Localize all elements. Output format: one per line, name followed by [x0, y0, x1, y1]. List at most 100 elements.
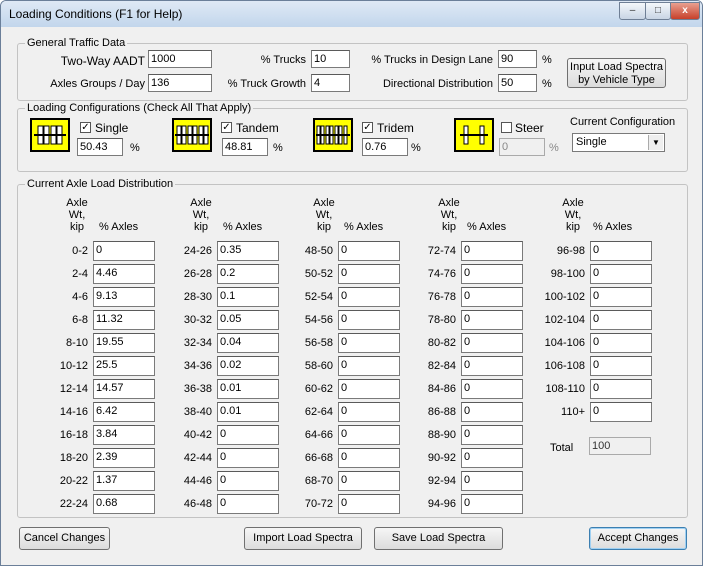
- tandem-checkbox[interactable]: ✓: [221, 122, 232, 133]
- steer-axle-icon: [454, 118, 494, 152]
- input-load-spectra-button[interactable]: Input Load Spectra by Vehicle Type: [567, 58, 666, 88]
- axle-pct-input[interactable]: 0: [338, 264, 400, 284]
- axle-pct-input[interactable]: 0: [461, 425, 523, 445]
- directional-distribution-input[interactable]: 50: [498, 74, 537, 92]
- axle-range-label: 94-96: [427, 498, 456, 510]
- axle-pct-input[interactable]: 0: [590, 402, 652, 422]
- axle-wt-header-line: Wt,: [315, 209, 333, 221]
- axle-pct-input[interactable]: 0: [461, 310, 523, 330]
- import-load-spectra-button[interactable]: Import Load Spectra: [244, 527, 362, 550]
- axle-pct-input[interactable]: 0: [461, 471, 523, 491]
- axle-range-label: 84-86: [427, 383, 456, 395]
- save-load-spectra-button[interactable]: Save Load Spectra: [374, 527, 503, 550]
- axle-pct-input[interactable]: 0: [338, 287, 400, 307]
- axle-load-distribution-title: Current Axle Load Distribution: [25, 178, 176, 190]
- cancel-changes-button[interactable]: Cancel Changes: [19, 527, 110, 550]
- axle-range-label: 104-106: [544, 337, 585, 349]
- axle-range-label: 106-108: [544, 360, 585, 372]
- axle-pct-input[interactable]: 0: [461, 356, 523, 376]
- axle-wt-header-line: Wt,: [564, 209, 582, 221]
- tandem-label: Tandem: [236, 121, 279, 135]
- design-lane-label: % Trucks in Design Lane: [371, 54, 493, 66]
- axle-pct-input[interactable]: 0: [590, 356, 652, 376]
- axle-pct-input[interactable]: 0: [461, 494, 523, 514]
- axle-range-label: 32-34: [183, 337, 212, 349]
- truck-growth-input[interactable]: 4: [311, 74, 350, 92]
- axle-wt-header: Axle Wt, kip: [304, 197, 344, 233]
- directional-distribution-label: Directional Distribution: [382, 78, 493, 90]
- single-pct-input[interactable]: 50.43: [77, 138, 123, 156]
- axles-groups-label: Axles Groups / Day: [50, 78, 145, 90]
- axle-range-label: 76-78: [427, 291, 456, 303]
- current-configuration-select[interactable]: Single ▼: [572, 133, 665, 152]
- pct-axles-header: % Axles: [593, 221, 633, 233]
- trucks-input[interactable]: 10: [311, 50, 350, 68]
- minimize-button[interactable]: –: [619, 2, 646, 20]
- axle-pct-input[interactable]: 0: [590, 264, 652, 284]
- pct-axles-header: % Axles: [467, 221, 507, 233]
- maximize-button[interactable]: □: [645, 2, 671, 20]
- accept-changes-button[interactable]: Accept Changes: [589, 527, 687, 550]
- aadt-input[interactable]: 1000: [148, 50, 212, 68]
- axle-range-label: 52-54: [304, 291, 333, 303]
- axle-wt-header-line: Wt,: [440, 209, 458, 221]
- axle-pct-input[interactable]: 0: [590, 310, 652, 330]
- tandem-pct-input[interactable]: 48.81: [222, 138, 268, 156]
- close-button[interactable]: x: [670, 2, 700, 20]
- axle-pct-input[interactable]: 0: [461, 287, 523, 307]
- tandem-axle-icon: [172, 118, 212, 152]
- axle-pct-input[interactable]: 0: [338, 310, 400, 330]
- aadt-label: Two-Way AADT: [60, 54, 145, 68]
- axle-range-label: 62-64: [304, 406, 333, 418]
- axle-range-label: 66-68: [304, 452, 333, 464]
- axle-range-label: 18-20: [59, 452, 88, 464]
- axle-range-label: 108-110: [545, 383, 585, 395]
- axle-wt-header-line: kip: [193, 221, 209, 233]
- axle-wt-header-line: Axle: [438, 197, 460, 209]
- axle-pct-input[interactable]: 0: [338, 402, 400, 422]
- steer-checkbox[interactable]: [501, 122, 512, 133]
- single-label: Single: [95, 121, 129, 135]
- axle-pct-input[interactable]: 0: [461, 264, 523, 284]
- axle-pct-input[interactable]: 0: [338, 333, 400, 353]
- axle-range-label: 74-76: [427, 268, 456, 280]
- axle-range-label: 90-92: [427, 452, 456, 464]
- tridem-checkbox[interactable]: ✓: [362, 122, 373, 133]
- axle-pct-input[interactable]: 0: [461, 241, 523, 261]
- axle-pct-input[interactable]: 0: [590, 333, 652, 353]
- axle-pct-input[interactable]: 0: [338, 356, 400, 376]
- design-lane-input[interactable]: 90: [498, 50, 537, 68]
- axle-range-label: 38-40: [183, 406, 212, 418]
- single-checkbox[interactable]: ✓: [80, 122, 91, 133]
- axle-pct-input[interactable]: 0: [338, 448, 400, 468]
- pct-axles-header: % Axles: [344, 221, 384, 233]
- axle-range-label: 70-72: [304, 498, 333, 510]
- axle-wt-header-line: Axle: [190, 197, 212, 209]
- axle-range-label: 30-32: [183, 314, 212, 326]
- axle-wt-header: Axle Wt, kip: [553, 197, 593, 233]
- input-load-spectra-label-2: by Vehicle Type: [578, 74, 655, 86]
- axle-pct-input[interactable]: 0: [338, 379, 400, 399]
- title-bar[interactable]: Loading Conditions (F1 for Help) – □ x: [1, 1, 702, 27]
- axle-pct-input[interactable]: 0: [461, 379, 523, 399]
- axle-wt-header-line: Axle: [562, 197, 584, 209]
- axle-pct-input[interactable]: 0: [338, 241, 400, 261]
- axle-pct-input[interactable]: 0: [590, 287, 652, 307]
- axle-pct-input[interactable]: 0: [338, 471, 400, 491]
- single-axle-icon: [30, 118, 70, 152]
- axle-pct-input[interactable]: 0: [590, 241, 652, 261]
- axle-pct-input[interactable]: 0: [590, 379, 652, 399]
- total-label: Total: [550, 442, 574, 454]
- axle-range-label: 24-26: [183, 245, 212, 257]
- axle-pct-input[interactable]: 0: [461, 333, 523, 353]
- axle-pct-input[interactable]: 0: [461, 448, 523, 468]
- window-title: Loading Conditions (F1 for Help): [9, 7, 183, 21]
- chevron-down-icon[interactable]: ▼: [648, 135, 663, 150]
- axle-range-label: 56-58: [304, 337, 333, 349]
- tridem-pct-input[interactable]: 0.76: [362, 138, 408, 156]
- axle-pct-input[interactable]: 0: [461, 402, 523, 422]
- axle-range-label: 26-28: [183, 268, 212, 280]
- axle-pct-input[interactable]: 0: [338, 494, 400, 514]
- steer-pct-input[interactable]: 0: [499, 138, 545, 156]
- axle-pct-input[interactable]: 0: [338, 425, 400, 445]
